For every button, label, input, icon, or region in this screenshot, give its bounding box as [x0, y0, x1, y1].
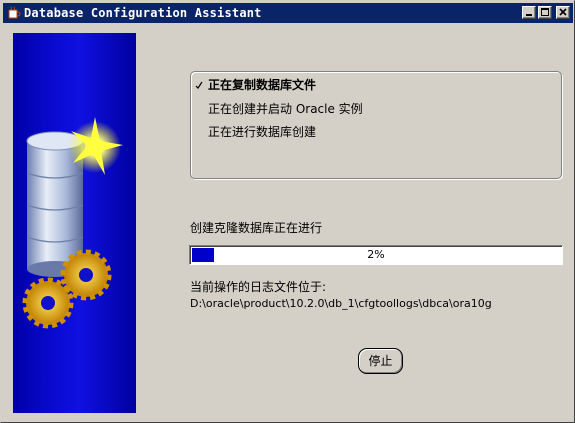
maximize-icon — [541, 8, 549, 16]
stop-button[interactable]: 停止 — [358, 348, 403, 374]
log-label: 当前操作的日志文件位于: — [190, 280, 327, 294]
close-icon — [559, 8, 567, 16]
side-illustration — [13, 33, 136, 413]
close-button[interactable] — [556, 6, 570, 19]
minimize-icon — [526, 14, 532, 16]
database-illustration-icon — [22, 117, 123, 329]
progress-bar: 2% — [189, 245, 563, 265]
title-bar[interactable]: Database Configuration Assistant — [3, 3, 573, 23]
maximize-button[interactable] — [538, 6, 552, 19]
step-create-database: 正在进行数据库创建 — [208, 125, 317, 139]
dbca-window: Database Configuration Assistant 正在复制数据库… — [0, 0, 575, 423]
minimize-button[interactable] — [522, 6, 536, 19]
log-path: D:\oracle\product\10.2.0\db_1\cfgtoollog… — [190, 297, 492, 310]
step-copy-files: 正在复制数据库文件 — [208, 78, 317, 92]
progress-label: 创建克隆数据库正在进行 — [190, 221, 323, 235]
app-icon — [8, 6, 21, 19]
progress-percent: 2% — [367, 248, 385, 261]
steps-panel: 正在复制数据库文件 正在创建并启动 Oracle 实例 正在进行数据库创建 — [190, 71, 562, 179]
window-title: Database Configuration Assistant — [24, 6, 262, 20]
checkmark-icon — [195, 81, 203, 89]
step-create-instance: 正在创建并启动 Oracle 实例 — [208, 102, 363, 116]
